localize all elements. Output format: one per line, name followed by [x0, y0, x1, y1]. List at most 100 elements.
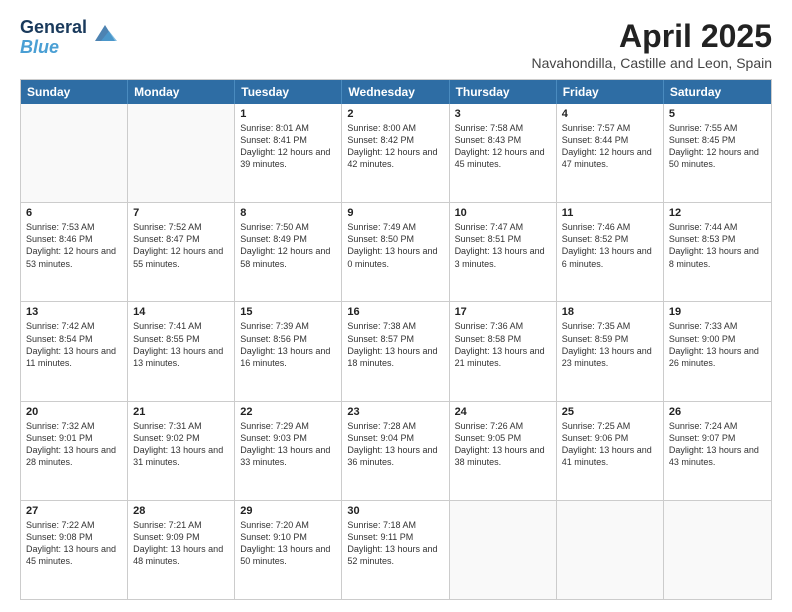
day-info: Sunrise: 7:57 AM Sunset: 8:44 PM Dayligh…: [562, 122, 658, 171]
day-number: 22: [240, 406, 336, 418]
cal-day-28: 28 Sunrise: 7:21 AM Sunset: 9:09 PM Dayli…: [128, 501, 235, 599]
cal-day-14: 14 Sunrise: 7:41 AM Sunset: 8:55 PM Dayli…: [128, 302, 235, 400]
cal-day-10: 10Sunrise: 7:47 AM Sunset: 8:51 PM Dayli…: [450, 203, 557, 301]
cal-day-8: 8 Sunrise: 7:50 AM Sunset: 8:49 PM Daylig…: [235, 203, 342, 301]
cal-day-3: 3 Sunrise: 7:58 AM Sunset: 8:43 PM Daylig…: [450, 104, 557, 202]
day-number: 24: [455, 406, 551, 418]
month-year: April 2025: [532, 18, 773, 55]
day-info: Sunrise: 7:35 AM Sunset: 8:59 PM Dayligh…: [562, 320, 658, 369]
day-info: Sunrise: 8:00 AM Sunset: 8:42 PM Dayligh…: [347, 122, 443, 171]
cal-day-22: 22 Sunrise: 7:29 AM Sunset: 9:03 PM Dayli…: [235, 402, 342, 500]
cal-day-30: 30 Sunrise: 7:18 AM Sunset: 9:11 PM Dayli…: [342, 501, 449, 599]
day-info: Sunrise: 7:42 AM Sunset: 8:54 PM Dayligh…: [26, 320, 122, 369]
day-number: 14: [133, 306, 229, 318]
day-info: Sunrise: 7:33 AM Sunset: 9:00 PM Dayligh…: [669, 320, 766, 369]
day-number: 27: [26, 505, 122, 517]
day-info: Sunrise: 7:21 AM Sunset: 9:09 PM Dayligh…: [133, 519, 229, 568]
day-number: 1: [240, 108, 336, 120]
day-info: Sunrise: 7:20 AM Sunset: 9:10 PM Dayligh…: [240, 519, 336, 568]
location: Navahondilla, Castille and Leon, Spain: [532, 55, 773, 71]
cal-day-7: 7 Sunrise: 7:52 AM Sunset: 8:47 PM Daylig…: [128, 203, 235, 301]
cal-day-26: 26 Sunrise: 7:24 AM Sunset: 9:07 PM Dayli…: [664, 402, 771, 500]
calendar-body: 1 Sunrise: 8:01 AM Sunset: 8:41 PM Daylig…: [21, 104, 771, 599]
cal-day-2: 2Sunrise: 8:00 AM Sunset: 8:42 PM Daylig…: [342, 104, 449, 202]
day-info: Sunrise: 7:44 AM Sunset: 8:53 PM Dayligh…: [669, 221, 766, 270]
cal-day-1: 1 Sunrise: 8:01 AM Sunset: 8:41 PM Daylig…: [235, 104, 342, 202]
cal-day-29: 29Sunrise: 7:20 AM Sunset: 9:10 PM Dayli…: [235, 501, 342, 599]
day-number: 12: [669, 207, 766, 219]
day-info: Sunrise: 7:41 AM Sunset: 8:55 PM Dayligh…: [133, 320, 229, 369]
day-number: 23: [347, 406, 443, 418]
logo: General Blue: [20, 18, 119, 58]
page: General Blue April 2025 Navahondilla, Ca…: [0, 0, 792, 612]
day-number: 16: [347, 306, 443, 318]
day-number: 7: [133, 207, 229, 219]
day-header-tuesday: Tuesday: [235, 80, 342, 104]
day-number: 30: [347, 505, 443, 517]
day-info: Sunrise: 7:28 AM Sunset: 9:04 PM Dayligh…: [347, 420, 443, 469]
calendar-row-5: 27 Sunrise: 7:22 AM Sunset: 9:08 PM Dayli…: [21, 500, 771, 599]
cal-day-empty: [557, 501, 664, 599]
day-info: Sunrise: 7:50 AM Sunset: 8:49 PM Dayligh…: [240, 221, 336, 270]
day-info: Sunrise: 7:49 AM Sunset: 8:50 PM Dayligh…: [347, 221, 443, 270]
day-number: 21: [133, 406, 229, 418]
day-number: 18: [562, 306, 658, 318]
cal-day-19: 19 Sunrise: 7:33 AM Sunset: 9:00 PM Dayli…: [664, 302, 771, 400]
cal-day-27: 27 Sunrise: 7:22 AM Sunset: 9:08 PM Dayli…: [21, 501, 128, 599]
day-number: 26: [669, 406, 766, 418]
day-header-monday: Monday: [128, 80, 235, 104]
day-header-wednesday: Wednesday: [342, 80, 449, 104]
day-info: Sunrise: 7:38 AM Sunset: 8:57 PM Dayligh…: [347, 320, 443, 369]
cal-day-21: 21 Sunrise: 7:31 AM Sunset: 9:02 PM Dayli…: [128, 402, 235, 500]
day-number: 10: [455, 207, 551, 219]
header: General Blue April 2025 Navahondilla, Ca…: [20, 18, 772, 71]
cal-day-17: 17Sunrise: 7:36 AM Sunset: 8:58 PM Dayli…: [450, 302, 557, 400]
day-info: Sunrise: 7:39 AM Sunset: 8:56 PM Dayligh…: [240, 320, 336, 369]
day-number: 3: [455, 108, 551, 120]
day-number: 25: [562, 406, 658, 418]
day-info: Sunrise: 7:31 AM Sunset: 9:02 PM Dayligh…: [133, 420, 229, 469]
day-number: 4: [562, 108, 658, 120]
day-info: Sunrise: 7:25 AM Sunset: 9:06 PM Dayligh…: [562, 420, 658, 469]
day-info: Sunrise: 7:52 AM Sunset: 8:47 PM Dayligh…: [133, 221, 229, 270]
cal-day-25: 25 Sunrise: 7:25 AM Sunset: 9:06 PM Dayli…: [557, 402, 664, 500]
cal-day-23: 23 Sunrise: 7:28 AM Sunset: 9:04 PM Dayli…: [342, 402, 449, 500]
day-info: Sunrise: 7:58 AM Sunset: 8:43 PM Dayligh…: [455, 122, 551, 171]
day-number: 13: [26, 306, 122, 318]
day-header-thursday: Thursday: [450, 80, 557, 104]
cal-day-13: 13 Sunrise: 7:42 AM Sunset: 8:54 PM Dayli…: [21, 302, 128, 400]
day-number: 11: [562, 207, 658, 219]
day-number: 8: [240, 207, 336, 219]
cal-day-empty: [664, 501, 771, 599]
day-number: 19: [669, 306, 766, 318]
day-info: Sunrise: 7:53 AM Sunset: 8:46 PM Dayligh…: [26, 221, 122, 270]
day-info: Sunrise: 7:18 AM Sunset: 9:11 PM Dayligh…: [347, 519, 443, 568]
day-info: Sunrise: 8:01 AM Sunset: 8:41 PM Dayligh…: [240, 122, 336, 171]
cal-day-11: 11 Sunrise: 7:46 AM Sunset: 8:52 PM Dayli…: [557, 203, 664, 301]
cal-day-9: 9 Sunrise: 7:49 AM Sunset: 8:50 PM Daylig…: [342, 203, 449, 301]
day-number: 28: [133, 505, 229, 517]
logo-icon: [91, 23, 119, 45]
day-info: Sunrise: 7:55 AM Sunset: 8:45 PM Dayligh…: [669, 122, 766, 171]
calendar-header: SundayMondayTuesdayWednesdayThursdayFrid…: [21, 80, 771, 104]
cal-day-12: 12 Sunrise: 7:44 AM Sunset: 8:53 PM Dayli…: [664, 203, 771, 301]
day-header-sunday: Sunday: [21, 80, 128, 104]
cal-day-empty: [21, 104, 128, 202]
cal-day-empty: [450, 501, 557, 599]
day-info: Sunrise: 7:36 AM Sunset: 8:58 PM Dayligh…: [455, 320, 551, 369]
cal-day-20: 20Sunrise: 7:32 AM Sunset: 9:01 PM Dayli…: [21, 402, 128, 500]
day-number: 6: [26, 207, 122, 219]
calendar-row-2: 6 Sunrise: 7:53 AM Sunset: 8:46 PM Daylig…: [21, 202, 771, 301]
day-info: Sunrise: 7:24 AM Sunset: 9:07 PM Dayligh…: [669, 420, 766, 469]
cal-day-6: 6 Sunrise: 7:53 AM Sunset: 8:46 PM Daylig…: [21, 203, 128, 301]
day-header-friday: Friday: [557, 80, 664, 104]
logo-text: General Blue: [20, 18, 87, 58]
day-info: Sunrise: 7:46 AM Sunset: 8:52 PM Dayligh…: [562, 221, 658, 270]
calendar: SundayMondayTuesdayWednesdayThursdayFrid…: [20, 79, 772, 600]
calendar-row-4: 20Sunrise: 7:32 AM Sunset: 9:01 PM Dayli…: [21, 401, 771, 500]
day-info: Sunrise: 7:22 AM Sunset: 9:08 PM Dayligh…: [26, 519, 122, 568]
title-block: April 2025 Navahondilla, Castille and Le…: [532, 18, 773, 71]
day-info: Sunrise: 7:29 AM Sunset: 9:03 PM Dayligh…: [240, 420, 336, 469]
day-number: 9: [347, 207, 443, 219]
day-number: 20: [26, 406, 122, 418]
